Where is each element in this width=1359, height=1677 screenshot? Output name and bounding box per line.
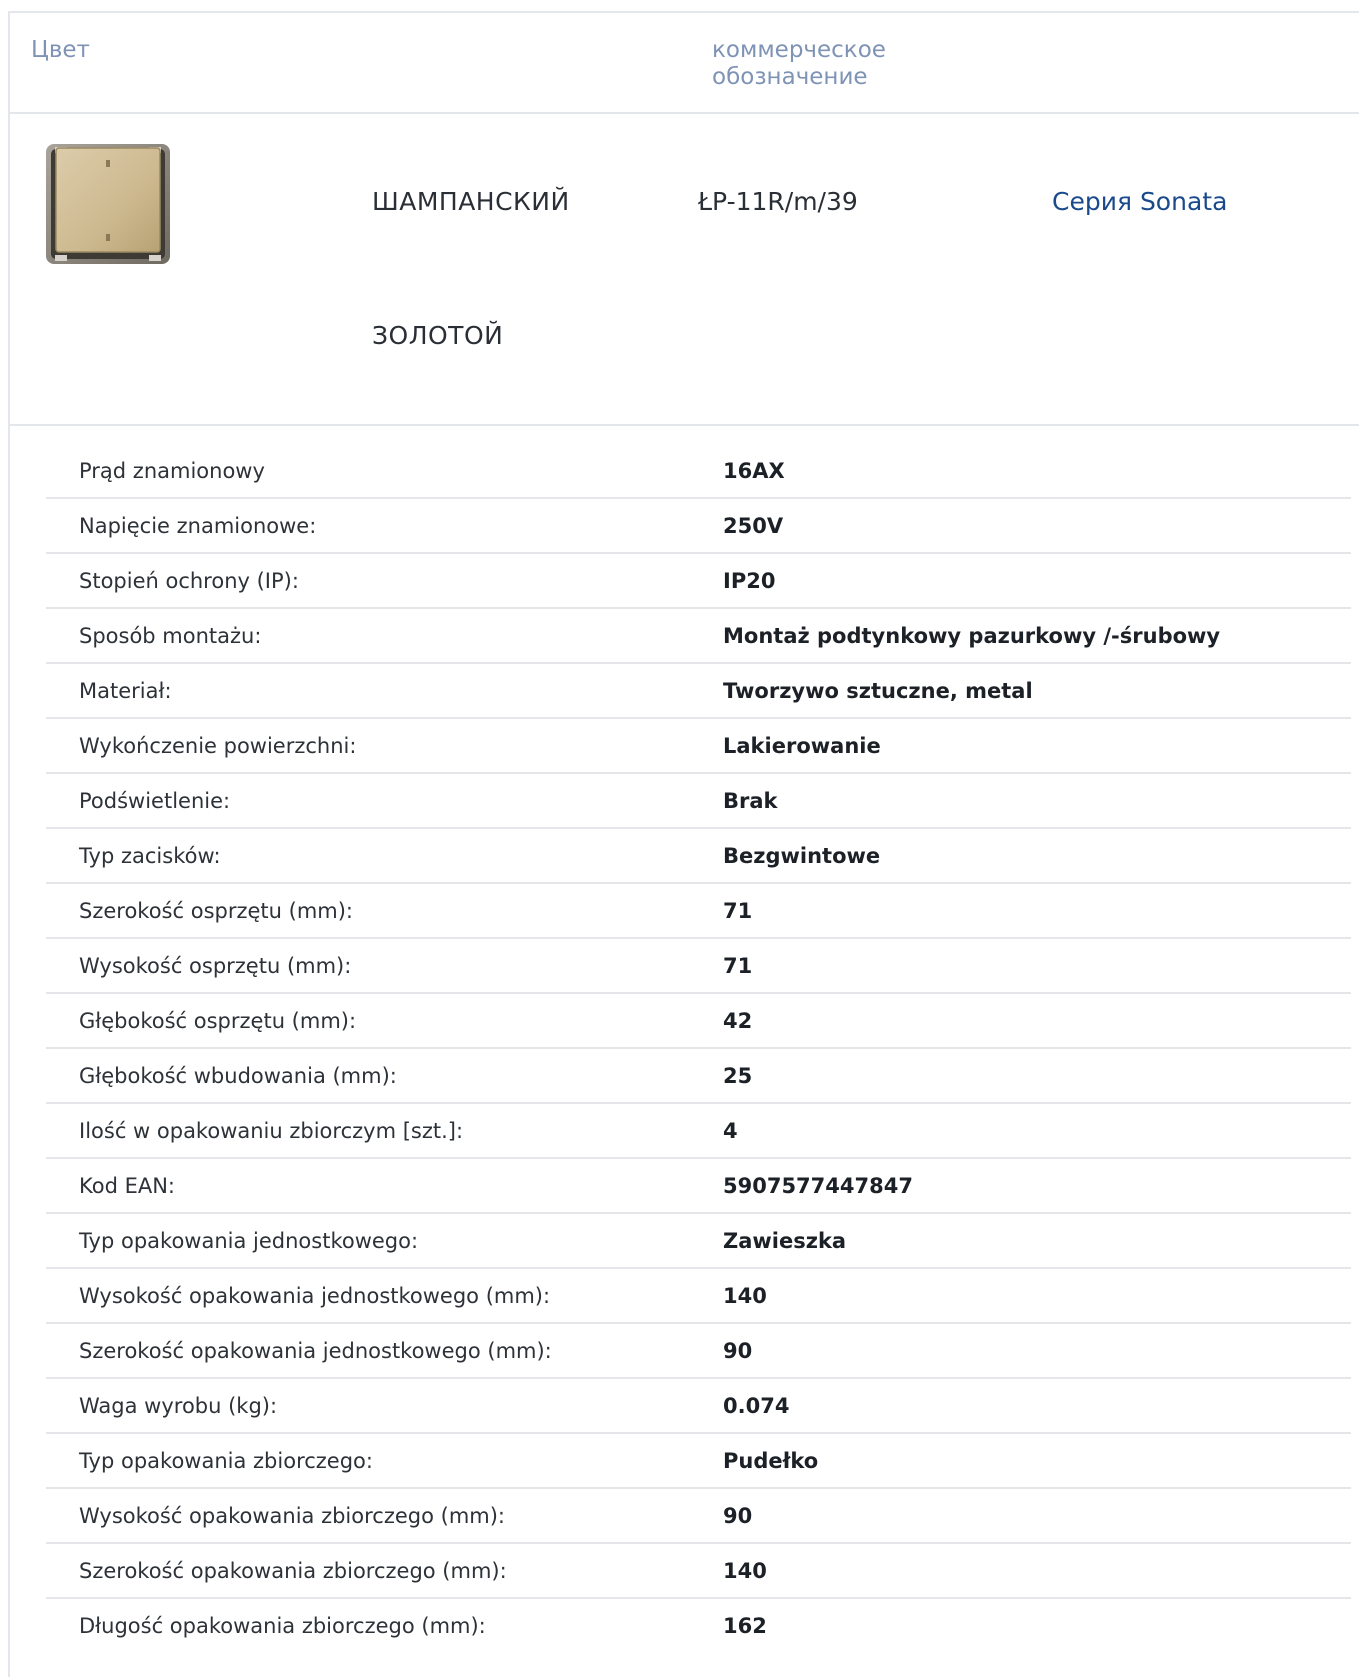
spec-name: Wysokość opakowania jednostkowego (mm): [46, 1268, 723, 1324]
spec-value: 140 [723, 1543, 1351, 1599]
spec-name: Wysokość osprzętu (mm): [46, 938, 723, 994]
spec-name: Głębokość wbudowania (mm): [46, 1048, 723, 1104]
table-row: Szerokość osprzętu (mm): 71 [46, 883, 1351, 939]
spec-name: Kod EAN: [46, 1158, 723, 1214]
spec-value: 90 [723, 1488, 1351, 1544]
spec-name: Szerokość opakowania jednostkowego (mm): [46, 1323, 723, 1379]
spec-value: Montaż podtynkowy pazurkowy /-śrubowy [723, 608, 1351, 664]
spec-value: Tworzywo sztuczne, metal [723, 663, 1351, 719]
table-row: Materiał: Tworzywo sztuczne, metal [46, 663, 1351, 719]
spec-name: Wykończenie powierzchni: [46, 718, 723, 774]
table-row: Typ zacisków: Bezgwintowe [46, 828, 1351, 884]
product-row: ШАМПАНСКИЙ ЗОЛОТОЙ ŁP-11R/m/39 Серия Son… [10, 114, 1359, 426]
code-header-line-2: обозначение [712, 64, 868, 90]
spec-value: IP20 [723, 553, 1351, 609]
spec-name: Waga wyrobu (kg): [46, 1378, 723, 1434]
spec-name: Szerokość osprzętu (mm): [46, 883, 723, 939]
spec-name: Stopień ochrony (IP): [46, 553, 723, 609]
spec-value: 162 [723, 1613, 767, 1638]
table-row: Szerokość opakowania zbiorczego (mm): 140 [46, 1543, 1351, 1599]
table-row: Kod EAN: 5907577447847 [46, 1158, 1351, 1214]
color-name-gold: ЗОЛОТОЙ [372, 321, 504, 350]
color-name-champagne: ШАМПАНСКИЙ [372, 187, 570, 216]
product-code: ŁP-11R/m/39 [698, 187, 858, 216]
spec-value: 71 [723, 883, 1351, 939]
table-row: Typ opakowania zbiorczego: Pudełko [46, 1433, 1351, 1489]
spec-value: 16AX [723, 444, 1351, 499]
spec-name: Typ opakowania jednostkowego: [46, 1213, 723, 1269]
spec-value: Lakierowanie [723, 718, 1351, 774]
table-row: Wysokość osprzętu (mm): 71 [46, 938, 1351, 994]
table-row: Wysokość opakowania zbiorczego (mm): 90 [46, 1488, 1351, 1544]
spec-name: Głębokość osprzętu (mm): [46, 993, 723, 1049]
table-row: Głębokość wbudowania (mm): 25 [46, 1048, 1351, 1104]
table-header: Цвет коммерческое обозначение [10, 13, 1359, 114]
spec-value: 4 [723, 1103, 1351, 1159]
spec-name: Szerokość opakowania zbiorczego (mm): [46, 1543, 723, 1599]
spec-value: 71 [723, 938, 1351, 994]
spec-value: 0.074 [723, 1378, 1351, 1434]
spec-value: 90 [723, 1323, 1351, 1379]
spec-name: Ilość w opakowaniu zbiorczym [szt.]: [46, 1103, 723, 1159]
table-row: Głębokość osprzętu (mm): 42 [46, 993, 1351, 1049]
table-row: Podświetlenie: Brak [46, 773, 1351, 829]
spec-name: Typ zacisków: [46, 828, 723, 884]
table-row: Stopień ochrony (IP): IP20 [46, 553, 1351, 609]
spec-name: Prąd znamionowy [46, 444, 723, 499]
table-row: Waga wyrobu (kg): 0.074 [46, 1378, 1351, 1434]
table-row: Sposób montażu: Montaż podtynkowy pazurko… [46, 608, 1351, 664]
spec-value: 5907577447847 [723, 1158, 1351, 1214]
specifications-table: Prąd znamionowy 16AX Napięcie znamionowe: 2… [46, 444, 1351, 1652]
spec-value: 250V [723, 498, 1351, 554]
spec-name: Długość opakowania zbiorczego (mm): [79, 1613, 486, 1638]
table-row: Napięcie znamionowe: 250V [46, 498, 1351, 554]
switch-product-image[interactable] [42, 138, 174, 270]
spec-value: 42 [723, 993, 1351, 1049]
spec-value: Bezgwintowe [723, 828, 1351, 884]
spec-name: Napięcie znamionowe: [46, 498, 723, 554]
code-header-line-1: коммерческое [712, 37, 886, 63]
spec-value: 25 [723, 1048, 1351, 1104]
spec-value: Zawieszka [723, 1213, 1351, 1269]
spec-name: Wysokość opakowania zbiorczego (mm): [46, 1488, 723, 1544]
spec-name: Typ opakowania zbiorczego: [46, 1433, 723, 1489]
table-row: Prąd znamionowy 16AX [46, 444, 1351, 499]
table-row: Wykończenie powierzchni: Lakierowanie [46, 718, 1351, 774]
table-row: Długość opakowania zbiorczego (mm): 162 [46, 1598, 1351, 1652]
series-link[interactable]: Серия Sonata [1052, 187, 1227, 216]
table-row: Wysokość opakowania jednostkowego (mm): 1… [46, 1268, 1351, 1324]
spec-value: Pudełko [723, 1433, 1351, 1489]
code-column-header: коммерческое обозначение [712, 37, 972, 91]
table-row: Szerokość opakowania jednostkowego (mm):… [46, 1323, 1351, 1379]
spec-value: 140 [723, 1268, 1351, 1324]
spec-value: Brak [723, 773, 1351, 829]
spec-name: Podświetlenie: [46, 773, 723, 829]
spec-name: Sposób montażu: [46, 608, 723, 664]
color-column-header: Цвет [31, 37, 90, 63]
product-variant-panel: Цвет коммерческое обозначение ШАМПАНСКИЙ… [8, 11, 1359, 1677]
table-row: Typ opakowania jednostkowego: Zawieszka [46, 1213, 1351, 1269]
table-row: Ilość w opakowaniu zbiorczym [szt.]: 4 [46, 1103, 1351, 1159]
spec-name: Materiał: [46, 663, 723, 719]
